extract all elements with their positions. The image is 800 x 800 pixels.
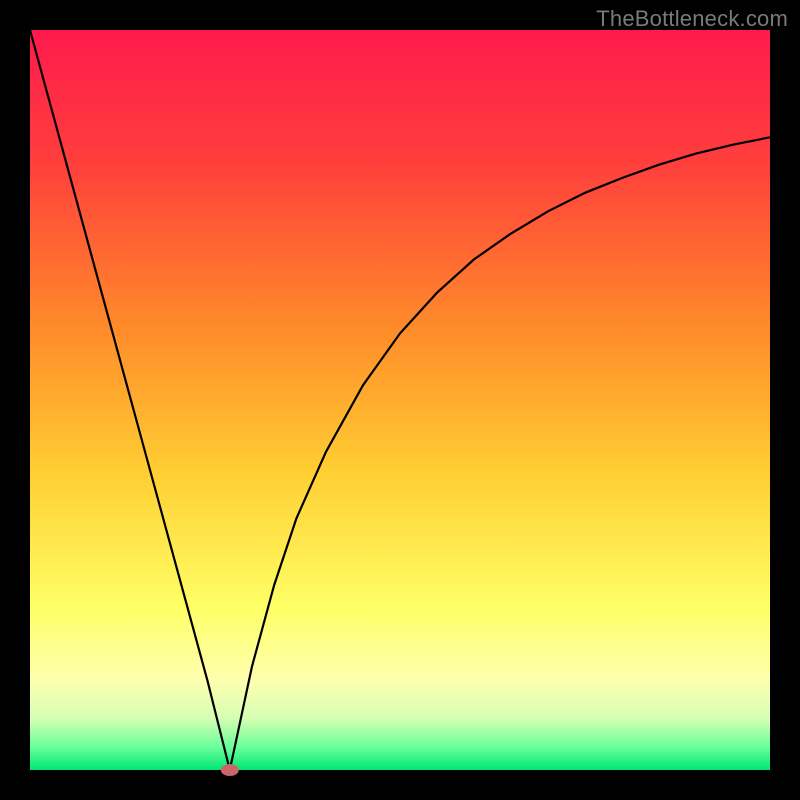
- bottleneck-curve: [30, 30, 770, 770]
- chart-frame: TheBottleneck.com: [0, 0, 800, 800]
- minimum-marker-icon: [221, 764, 239, 776]
- watermark-text: TheBottleneck.com: [596, 6, 788, 32]
- plot-area: [30, 30, 770, 770]
- curve-svg: [30, 30, 770, 770]
